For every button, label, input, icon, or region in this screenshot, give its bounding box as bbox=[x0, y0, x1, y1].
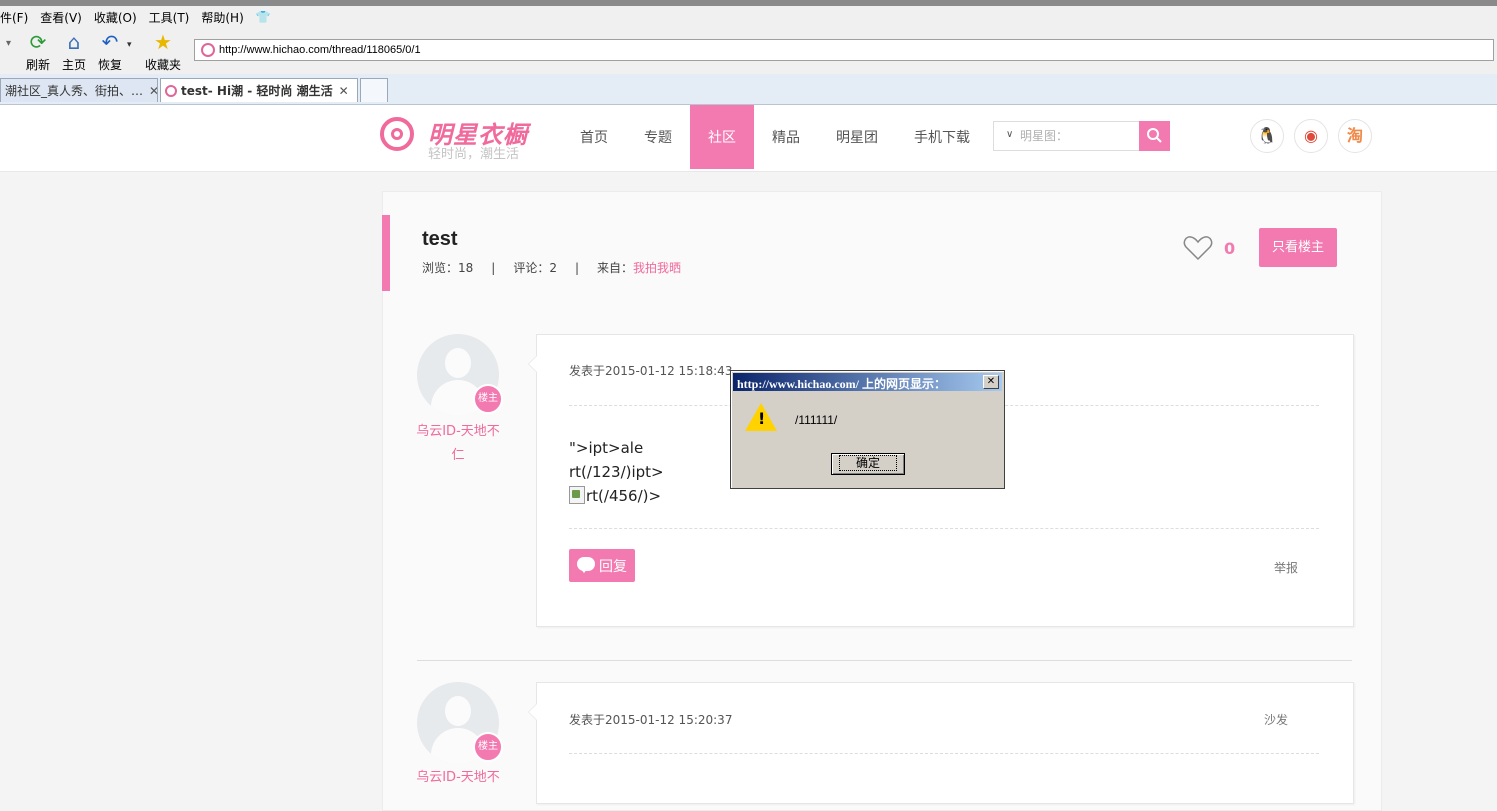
menu-tools[interactable]: 工具(T) bbox=[149, 9, 190, 26]
undo-icon: ↶ bbox=[101, 30, 119, 54]
owner-badge: 楼主 bbox=[473, 384, 503, 414]
author-name[interactable]: 乌云ID-天地不 bbox=[413, 766, 503, 790]
owner-badge: 楼主 bbox=[473, 732, 503, 762]
reply-label: 回复 bbox=[599, 559, 627, 575]
star-icon: ★ bbox=[154, 30, 172, 54]
reply-button[interactable]: 回复 bbox=[569, 549, 635, 582]
thread-title: test bbox=[422, 228, 458, 250]
from-label: 来自： bbox=[597, 261, 634, 275]
post-body: ">ipt>ale rt(/123/)ipt> rt(/456/)> bbox=[569, 436, 664, 508]
post-box bbox=[528, 682, 1354, 804]
dialog-title-bar: http://www.hichao.com/ 上的网页显示： bbox=[733, 373, 1002, 391]
post-arrow bbox=[528, 703, 537, 721]
post-time: 发表于2015-01-12 15:18:43 bbox=[569, 364, 733, 378]
nav-boutique[interactable]: 精品 bbox=[756, 105, 816, 169]
ok-label: 确定 bbox=[838, 455, 897, 471]
close-tab-icon[interactable]: ✕ bbox=[339, 84, 349, 98]
post-time: 发表于2015-01-12 15:20:37 bbox=[569, 713, 733, 727]
favorites-label: 收藏夹 bbox=[144, 58, 181, 72]
menu-help[interactable]: 帮助(H) bbox=[201, 9, 243, 26]
nav-star-group[interactable]: 明星团 bbox=[826, 105, 888, 169]
post-line: rt(/456/)> bbox=[586, 487, 662, 505]
chevron-down-icon[interactable]: ∨ bbox=[1006, 129, 1013, 140]
tab-community[interactable]: 潮社区_真人秀、街拍、… ✕ bbox=[0, 78, 158, 102]
post-line: ">ipt>ale bbox=[569, 439, 644, 457]
ok-button[interactable]: 确定 bbox=[831, 453, 905, 475]
title-accent-bar bbox=[382, 215, 390, 291]
menu-view[interactable]: 查看(V) bbox=[40, 9, 82, 26]
site-logo[interactable]: 明星衣橱 轻时尚，潮生活 bbox=[380, 115, 540, 165]
thread-meta: 浏览：18 | 评论：2 | 来自：我拍我晒 bbox=[422, 261, 682, 275]
home-icon: ⌂ bbox=[67, 30, 81, 54]
nav-mobile-download[interactable]: 手机下载 bbox=[904, 105, 980, 169]
tab-label: test- Hi潮 - 轻时尚 潮生活 bbox=[181, 84, 333, 98]
restore-button[interactable]: ↶ 恢复 bbox=[88, 30, 132, 73]
logo-slogan: 轻时尚，潮生活 bbox=[428, 147, 520, 162]
warning-mark: ! bbox=[758, 409, 766, 428]
author-name[interactable]: 乌云ID-天地不仁 bbox=[413, 420, 503, 468]
from-link[interactable]: 我拍我晒 bbox=[633, 261, 681, 275]
lollipop-logo-icon bbox=[380, 117, 414, 151]
like-button[interactable] bbox=[1183, 235, 1213, 261]
qq-icon[interactable]: 🐧 bbox=[1250, 119, 1284, 153]
restore-dropdown-icon[interactable]: ▾ bbox=[127, 40, 132, 50]
post-divider bbox=[569, 528, 1319, 529]
site-favicon-icon bbox=[165, 84, 177, 97]
post-arrow bbox=[528, 355, 537, 373]
search-box: ∨ bbox=[993, 121, 1170, 151]
comments-count: 评论：2 bbox=[513, 261, 557, 275]
post-separator bbox=[417, 660, 1352, 661]
broken-image-icon bbox=[569, 486, 585, 504]
tab-current[interactable]: test- Hi潮 - 轻时尚 潮生活 ✕ bbox=[160, 78, 358, 102]
menu-file[interactable]: 件(F) bbox=[0, 9, 28, 26]
dialog-title: http://www.hichao.com/ 上的网页显示： bbox=[737, 377, 947, 391]
nav-home[interactable]: 首页 bbox=[564, 105, 624, 169]
views-count: 浏览：18 bbox=[422, 261, 474, 275]
avatar-head bbox=[445, 696, 471, 726]
heart-icon bbox=[1183, 236, 1213, 261]
back-dropdown-icon[interactable]: ▾ bbox=[6, 38, 11, 49]
taobao-icon[interactable]: 淘 bbox=[1338, 119, 1372, 153]
speech-bubble-icon bbox=[577, 557, 595, 573]
report-link[interactable]: 举报 bbox=[1274, 559, 1298, 576]
search-button[interactable] bbox=[1139, 121, 1170, 151]
menu-bar: 件(F) 查看(V) 收藏(O) 工具(T) 帮助(H) 👕 bbox=[0, 6, 1497, 28]
weibo-icon[interactable]: ◉ bbox=[1294, 119, 1328, 153]
new-tab-button[interactable] bbox=[360, 78, 388, 102]
url-input[interactable] bbox=[219, 44, 1419, 56]
post-line: rt(/123/)ipt> bbox=[569, 463, 664, 481]
restore-label: 恢复 bbox=[97, 58, 122, 72]
nav-community[interactable]: 社区 bbox=[690, 105, 754, 169]
search-input[interactable] bbox=[1020, 126, 1130, 146]
close-icon[interactable]: ✕ bbox=[983, 375, 999, 389]
shirt-icon[interactable]: 👕 bbox=[256, 10, 271, 24]
favorites-button[interactable]: ★ 收藏夹 bbox=[141, 30, 185, 73]
tab-label: 潮社区_真人秀、街拍、… bbox=[5, 84, 144, 98]
menu-favorites[interactable]: 收藏(O) bbox=[94, 9, 137, 26]
search-icon bbox=[1147, 128, 1162, 143]
close-tab-icon[interactable]: ✕ bbox=[149, 84, 157, 98]
site-header: 明星衣橱 轻时尚，潮生活 首页 专题 社区 精品 明星团 手机下载 ∨ 🐧 ◉ … bbox=[0, 105, 1497, 172]
avatar-head bbox=[445, 348, 471, 378]
post-line-with-image: rt(/456/)> bbox=[569, 484, 664, 508]
site-favicon-icon bbox=[201, 43, 215, 57]
only-op-button[interactable]: 只看楼主 bbox=[1259, 228, 1337, 267]
dialog-message: /111111/ bbox=[795, 413, 838, 427]
tab-bar: 潮社区_真人秀、街拍、… ✕ test- Hi潮 - 轻时尚 潮生活 ✕ bbox=[0, 74, 1497, 105]
floor-label: 沙发 bbox=[1264, 713, 1289, 727]
refresh-icon: ⟳ bbox=[29, 30, 47, 54]
like-count: 0 bbox=[1224, 239, 1236, 258]
post-divider bbox=[569, 753, 1319, 754]
nav-topics[interactable]: 专题 bbox=[628, 105, 688, 169]
alert-dialog: http://www.hichao.com/ 上的网页显示： ✕ ! /1111… bbox=[730, 370, 1005, 489]
address-bar[interactable] bbox=[194, 39, 1494, 61]
